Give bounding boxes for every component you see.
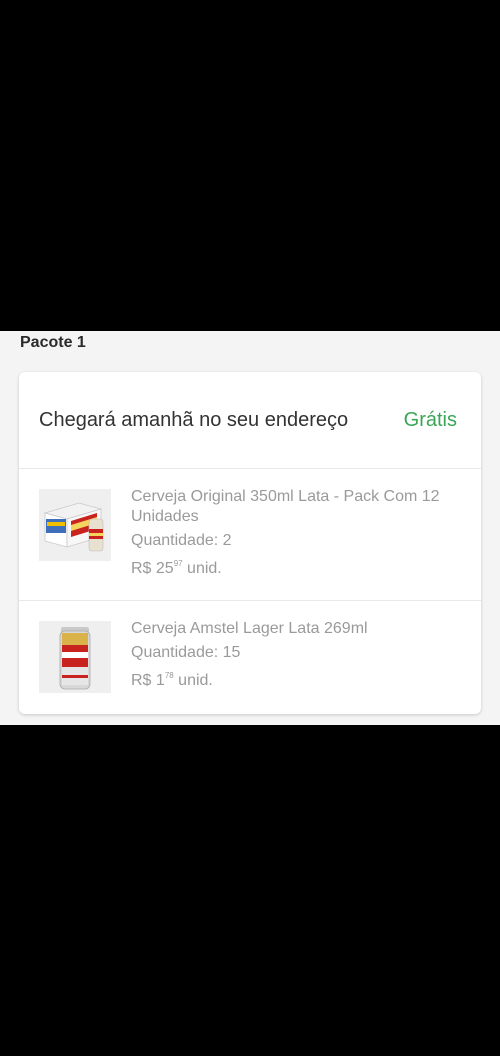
cart-item[interactable]: Cerveja Amstel Lager Lata 269ml Quantida… xyxy=(19,601,481,713)
top-blank-area xyxy=(0,0,500,331)
package-card: Chegará amanhã no seu endereço Grátis Ce… xyxy=(19,372,481,714)
product-name[interactable]: Cerveja Original 350ml Lata - Pack Com 1… xyxy=(131,487,461,527)
cart-item[interactable]: Cerveja Original 350ml Lata - Pack Com 1… xyxy=(19,469,481,601)
product-name[interactable]: Cerveja Amstel Lager Lata 269ml xyxy=(131,619,461,639)
delivery-estimate: Chegará amanhã no seu endereço xyxy=(39,408,349,431)
package-title: Pacote 1 xyxy=(20,334,86,351)
product-image xyxy=(39,621,111,693)
product-quantity: Quantidade: 15 xyxy=(131,644,241,661)
order-package-panel: Pacote 1 Chegará amanhã no seu endereço … xyxy=(0,331,500,725)
delivery-header: Chegará amanhã no seu endereço Grátis xyxy=(19,372,481,469)
product-price: R$ 2597 unid. xyxy=(131,559,222,577)
bottom-blank-area xyxy=(0,725,500,1056)
shipping-cost: Grátis xyxy=(403,408,457,431)
product-price: R$ 178 unid. xyxy=(131,671,213,689)
product-image xyxy=(39,489,111,561)
product-quantity: Quantidade: 2 xyxy=(131,532,232,549)
